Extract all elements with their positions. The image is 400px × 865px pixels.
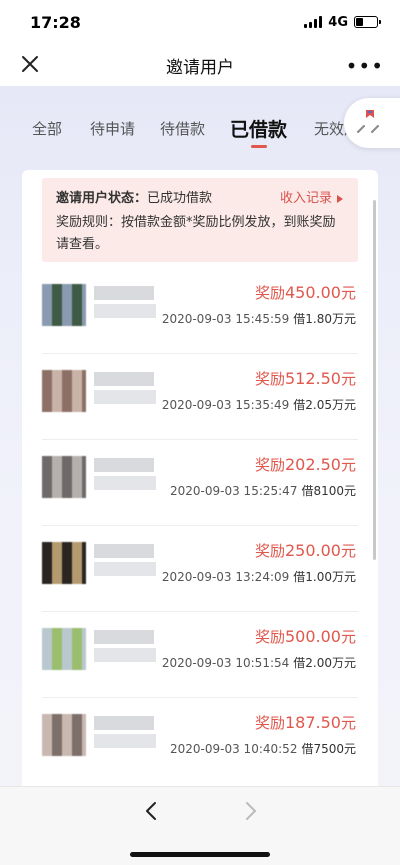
avatar <box>42 542 86 584</box>
income-record-link[interactable]: 收入记录 <box>280 188 344 210</box>
avatar <box>42 284 86 326</box>
record-datetime: 2020-09-03 15:35:49 <box>161 398 290 412</box>
record-meta: 2020-09-03 10:40:52 借7500元 <box>170 740 356 757</box>
status-time: 17:28 <box>30 12 81 32</box>
reward-unit: 元 <box>340 714 356 732</box>
reward-prefix: 奖励 <box>254 284 285 302</box>
reward-value: 450.00 <box>285 283 341 302</box>
blurred-name <box>94 286 154 300</box>
tab-pending-loan[interactable]: 待借款 <box>160 118 205 139</box>
loan-amount: 借7500元 <box>301 742 356 756</box>
reward-value: 202.50 <box>285 455 341 474</box>
reward-value: 250.00 <box>285 541 341 560</box>
blurred-name <box>94 372 154 386</box>
record-datetime: 2020-09-03 13:24:09 <box>161 570 290 584</box>
record-meta: 2020-09-03 10:51:54 借2.00万元 <box>162 654 356 671</box>
network-type: 4G <box>328 14 348 30</box>
reward-unit: 元 <box>340 628 356 646</box>
triangle-right-icon <box>337 195 343 203</box>
back-arrow-icon[interactable] <box>140 799 164 823</box>
loan-amount: 借2.05万元 <box>293 398 356 412</box>
reward-prefix: 奖励 <box>254 456 285 474</box>
loan-amount: 借1.80万元 <box>293 312 356 326</box>
status-value: 已成功借款 <box>147 191 213 206</box>
record-meta: 2020-09-03 15:35:49 借2.05万元 <box>162 396 356 413</box>
blurred-name <box>94 630 154 644</box>
avatar <box>42 456 86 498</box>
status-icons: 4G <box>304 14 381 30</box>
tab-all[interactable]: 全部 <box>32 118 62 139</box>
list-item[interactable]: 奖励202.50元 2020-09-03 15:25:47 借8100元 <box>42 440 358 526</box>
record-datetime: 2020-09-03 15:45:59 <box>161 312 290 326</box>
status-label: 邀请用户状态： <box>56 191 148 206</box>
blurred-phone <box>94 476 156 490</box>
nav-bar: 邀请用户 ••• <box>0 44 400 86</box>
reward-amount: 奖励187.50元 <box>255 712 356 733</box>
reward-value: 187.50 <box>285 713 341 732</box>
reward-unit: 元 <box>340 284 356 302</box>
blurred-name <box>94 458 154 472</box>
list-item[interactable]: 奖励250.00元 2020-09-03 13:24:09 借1.00万元 <box>42 526 358 612</box>
loan-amount: 借2.00万元 <box>293 656 356 670</box>
blurred-phone <box>94 390 156 404</box>
reward-prefix: 奖励 <box>254 370 285 388</box>
pencil-icon <box>357 110 379 133</box>
loan-amount: 借8100元 <box>301 484 356 498</box>
list-item[interactable]: 奖励512.50元 2020-09-03 15:35:49 借2.05万元 <box>42 354 358 440</box>
reward-prefix: 奖励 <box>254 628 285 646</box>
reward-value: 512.50 <box>285 369 341 388</box>
reward-unit: 元 <box>340 542 356 560</box>
blurred-phone <box>94 304 156 318</box>
blurred-name <box>94 544 154 558</box>
floating-tool-widget[interactable] <box>344 98 400 148</box>
reward-amount: 奖励250.00元 <box>255 540 356 561</box>
record-datetime: 2020-09-03 10:40:52 <box>170 742 298 756</box>
reward-unit: 元 <box>340 370 356 388</box>
status-notice: 邀请用户状态：已成功借款 收入记录 奖励规则：按借款金额*奖励比例发放，到账奖励… <box>42 178 358 262</box>
record-datetime: 2020-09-03 15:25:47 <box>170 484 298 498</box>
record-meta: 2020-09-03 15:25:47 借8100元 <box>170 482 356 499</box>
avatar <box>42 370 86 412</box>
blurred-phone <box>94 562 156 576</box>
loan-amount: 借1.00万元 <box>293 570 356 584</box>
record-meta: 2020-09-03 13:24:09 借1.00万元 <box>162 568 356 585</box>
blurred-phone <box>94 734 156 748</box>
list-item[interactable]: 奖励450.00元 2020-09-03 15:45:59 借1.80万元 <box>42 268 358 354</box>
tab-loaned[interactable]: 已借款 <box>230 115 287 142</box>
status-bar: 17:28 4G <box>0 0 400 44</box>
record-meta: 2020-09-03 15:45:59 借1.80万元 <box>162 310 356 327</box>
reward-amount: 奖励500.00元 <box>255 626 356 647</box>
scrollbar[interactable] <box>373 200 376 560</box>
reward-unit: 元 <box>340 456 356 474</box>
record-datetime: 2020-09-03 10:51:54 <box>161 656 290 670</box>
blurred-phone <box>94 648 156 662</box>
signal-icon <box>304 16 323 28</box>
page-title: 邀请用户 <box>166 57 234 78</box>
list-item[interactable]: 奖励500.00元 2020-09-03 10:51:54 借2.00万元 <box>42 612 358 698</box>
more-options-icon[interactable]: ••• <box>346 54 384 78</box>
reward-amount: 奖励450.00元 <box>255 282 356 303</box>
avatar <box>42 714 86 756</box>
home-indicator[interactable] <box>130 852 270 857</box>
income-record-label: 收入记录 <box>279 191 332 206</box>
forward-arrow-icon[interactable] <box>238 799 262 823</box>
list-item[interactable]: 奖励187.50元 2020-09-03 10:40:52 借7500元 <box>42 698 358 784</box>
close-icon[interactable] <box>18 52 42 76</box>
avatar <box>42 628 86 670</box>
tab-pending-apply[interactable]: 待申请 <box>90 118 135 139</box>
reward-value: 500.00 <box>285 627 341 646</box>
reward-prefix: 奖励 <box>254 542 285 560</box>
filter-tabs: 全部 待申请 待借款 已借款 无效用户 <box>0 86 400 162</box>
blurred-name <box>94 716 154 730</box>
active-tab-indicator <box>251 145 267 148</box>
reward-amount: 奖励202.50元 <box>255 454 356 475</box>
reward-rule-text: 奖励规则：按借款金额*奖励比例发放，到账奖励请查看。 <box>56 215 336 252</box>
reward-amount: 奖励512.50元 <box>255 368 356 389</box>
reward-prefix: 奖励 <box>254 714 285 732</box>
battery-icon <box>354 16 381 28</box>
